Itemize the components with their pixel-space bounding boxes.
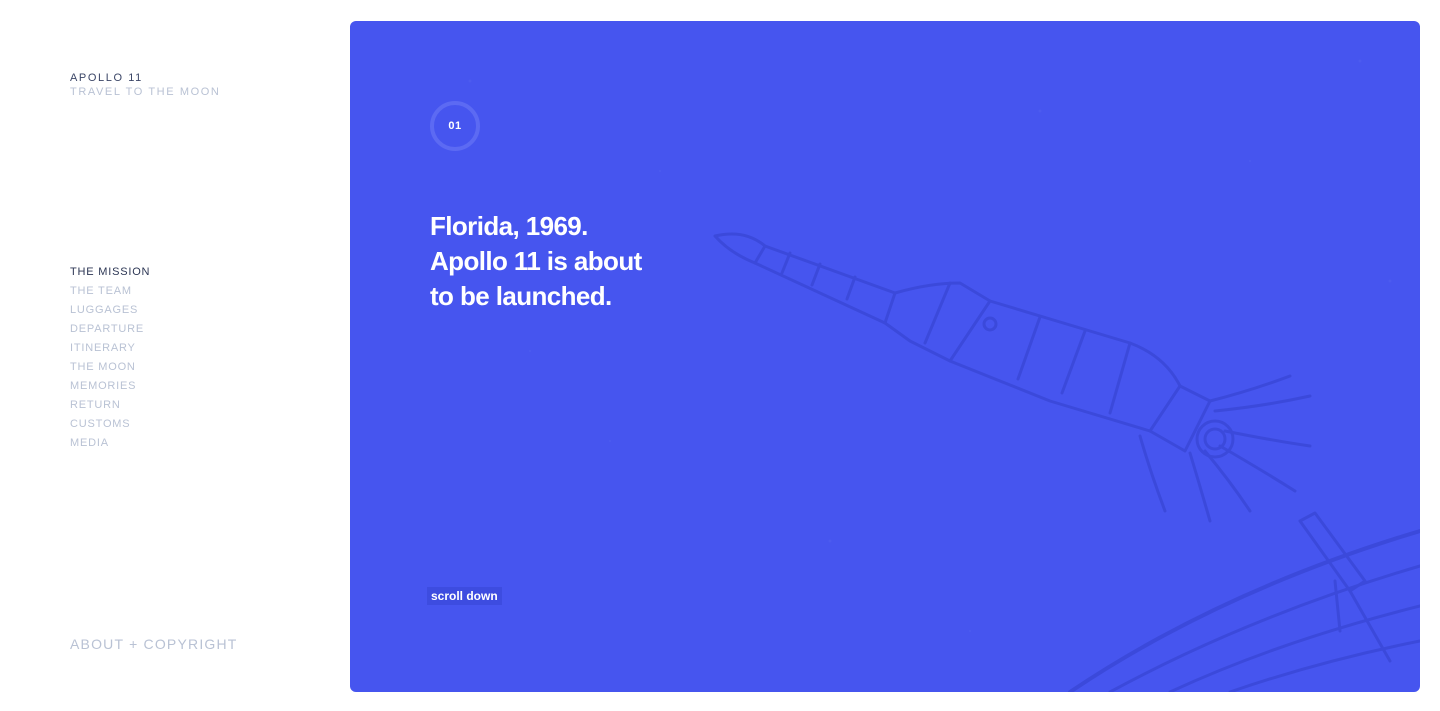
rocket-sketch-icon <box>468 59 1420 692</box>
nav-item-memories[interactable]: MEMORIES <box>70 377 150 396</box>
brand-subtitle: TRAVEL TO THE MOON <box>70 86 221 98</box>
headline-line: Florida, 1969. <box>430 211 588 241</box>
scroll-down-button[interactable]: scroll down <box>427 587 502 605</box>
nav-item-the-moon[interactable]: THE MOON <box>70 358 150 377</box>
nav-item-itinerary[interactable]: ITINERARY <box>70 339 150 358</box>
step-badge: 01 <box>430 101 480 151</box>
headline-line: Apollo 11 is about <box>430 246 642 276</box>
brand[interactable]: APOLLO 11 TRAVEL TO THE MOON <box>70 71 220 99</box>
sidebar: APOLLO 11 TRAVEL TO THE MOON THE MISSION… <box>0 0 350 711</box>
nav-item-departure[interactable]: DEPARTURE <box>70 320 150 339</box>
nav-item-the-team[interactable]: THE TEAM <box>70 282 150 301</box>
brand-title: APOLLO 11 <box>70 72 143 84</box>
nav-item-media[interactable]: MEDIA <box>70 434 150 453</box>
about-copyright-link[interactable]: ABOUT + COPYRIGHT <box>70 636 238 652</box>
main-nav: THE MISSION THE TEAM LUGGAGES DEPARTURE … <box>70 263 150 453</box>
hero-headline: Florida, 1969. Apollo 11 is about to be … <box>430 209 690 314</box>
hero-panel: 01 Florida, 1969. Apollo 11 is about to … <box>350 21 1420 692</box>
nav-item-the-mission[interactable]: THE MISSION <box>70 263 150 282</box>
nav-item-luggages[interactable]: LUGGAGES <box>70 301 150 320</box>
nav-item-customs[interactable]: CUSTOMS <box>70 415 150 434</box>
nav-item-return[interactable]: RETURN <box>70 396 150 415</box>
headline-line: to be launched. <box>430 281 612 311</box>
